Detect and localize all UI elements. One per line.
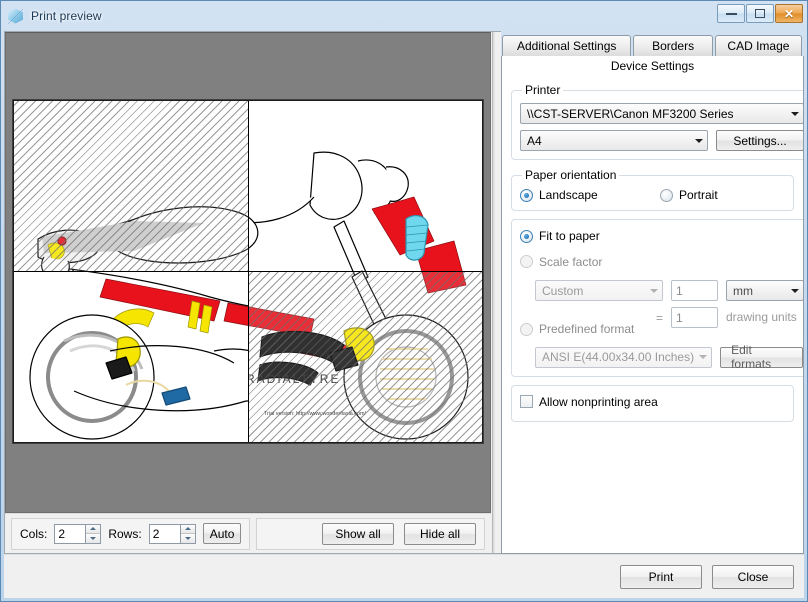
- radio-predefined-format-indicator: [520, 322, 533, 336]
- rows-stepper[interactable]: 2: [148, 523, 196, 544]
- tab-cad-image[interactable]: CAD Image: [714, 35, 802, 56]
- scale-preset-value: Custom: [542, 283, 584, 298]
- page-tile-3[interactable]: Trial version: http://www.wonderfiasia.c…: [14, 272, 248, 442]
- checkbox-indicator: [520, 395, 533, 408]
- tile-artwork: Trial version: http://www.wonderfiasia.c…: [14, 101, 248, 271]
- radio-landscape-indicator: [520, 188, 533, 202]
- pane-splitter[interactable]: [491, 31, 501, 554]
- visibility-controls-group: Show all Hide all: [256, 517, 485, 550]
- cols-input[interactable]: 2: [54, 523, 86, 544]
- paper-orientation-legend: Paper orientation: [525, 168, 617, 182]
- close-button[interactable]: ✕: [775, 4, 803, 23]
- show-all-button[interactable]: Show all: [322, 522, 394, 545]
- radio-portrait[interactable]: Portrait: [660, 188, 718, 202]
- printer-combobox[interactable]: \\CST-SERVER\Canon MF3200 Series: [520, 103, 803, 124]
- paper-size-combobox[interactable]: A4: [520, 130, 708, 151]
- tab-device-settings[interactable]: Device Settings: [501, 56, 804, 75]
- radio-portrait-indicator: [660, 188, 673, 202]
- tile-artwork: RADIALTYRE Trial version: http://www.won…: [248, 272, 482, 442]
- rows-label: Rows:: [108, 526, 142, 541]
- print-preview-window: Print preview ✕ RADIALTYRE Trial version…: [0, 0, 808, 602]
- window-controls: ✕: [717, 4, 803, 23]
- settings-tabstrip: Additional Settings Borders CAD Image: [501, 34, 804, 56]
- cols-spin-buttons[interactable]: [85, 523, 102, 544]
- drawing-units-label: drawing units: [726, 310, 797, 324]
- paper-size-value: A4: [527, 133, 542, 148]
- preview-canvas[interactable]: Trial version: http://www.wonderfiasia.c…: [5, 32, 491, 513]
- radio-scale-factor[interactable]: Scale factor: [520, 255, 602, 269]
- window-title: Print preview: [31, 9, 102, 23]
- page-tile-1[interactable]: Trial version: http://www.wonderfiasia.c…: [14, 101, 248, 271]
- chevron-down-icon: [645, 288, 662, 293]
- svg-text:RADIALTYRE: RADIALTYRE: [249, 372, 340, 386]
- rows-spin-down[interactable]: [180, 534, 195, 543]
- page-tile-2[interactable]: Trial version: http://www.wonderfiasia.c…: [248, 101, 482, 271]
- cols-stepper[interactable]: 2: [54, 523, 102, 544]
- page-tile-4[interactable]: RADIALTYRE Trial version: http://www.won…: [248, 272, 482, 442]
- rows-spin-up[interactable]: [180, 524, 195, 534]
- title-bar: Print preview ✕: [1, 1, 807, 31]
- page-tiles-grid: Trial version: http://www.wonderfiasia.c…: [13, 100, 483, 443]
- minimize-button[interactable]: [717, 4, 745, 23]
- radio-fit-to-paper[interactable]: Fit to paper: [520, 229, 600, 243]
- preview-pane: Trial version: http://www.wonderfiasia.c…: [4, 31, 491, 554]
- tile-artwork: Trial version: http://www.wonderfiasia.c…: [14, 272, 248, 442]
- maximize-icon: [755, 9, 765, 18]
- cols-label: Cols:: [20, 526, 48, 541]
- paper-orientation-group: Paper orientation Landscape Portrait: [511, 168, 794, 211]
- rows-input[interactable]: 2: [148, 523, 180, 544]
- device-settings-panel: Printer \\CST-SERVER\Canon MF3200 Series…: [501, 75, 804, 554]
- unit-combobox[interactable]: mm: [726, 280, 803, 301]
- edit-formats-button[interactable]: Edit formats: [720, 343, 803, 371]
- close-dialog-button[interactable]: Close: [712, 564, 794, 589]
- tile-artwork: Trial version: http://www.wonderfiasia.c…: [248, 101, 482, 271]
- predefined-format-value: ANSI E(44.00x34.00 Inches): [542, 350, 695, 364]
- grid-controls-group: Cols: 2 Rows: 2 Auto: [11, 517, 251, 550]
- auto-button[interactable]: Auto: [202, 523, 242, 544]
- printer-group-legend: Printer: [525, 83, 561, 97]
- rows-spin-buttons[interactable]: [179, 523, 196, 544]
- svg-text:Trial version: http://www.wond: Trial version: http://www.wonderfiasia.c…: [264, 411, 366, 417]
- radio-predefined-format[interactable]: Predefined format: [520, 322, 634, 336]
- scale-numerator-input[interactable]: 1: [671, 280, 718, 301]
- tab-borders[interactable]: Borders: [633, 35, 713, 56]
- maximize-button[interactable]: [746, 4, 774, 23]
- chevron-down-icon: [694, 355, 711, 359]
- minimize-icon: [725, 12, 737, 15]
- checkbox-allow-nonprinting-area[interactable]: Allow nonprinting area: [520, 395, 658, 409]
- scale-group: Fit to paper Scale factor Custom 1 mm = …: [511, 219, 803, 377]
- radio-portrait-label: Portrait: [679, 188, 718, 202]
- settings-pane: Additional Settings Borders CAD Image De…: [501, 31, 804, 554]
- close-icon: ✕: [783, 6, 795, 21]
- radio-scale-factor-indicator: [520, 255, 533, 268]
- print-button[interactable]: Print: [620, 564, 702, 589]
- radio-scale-factor-label: Scale factor: [539, 254, 603, 269]
- cols-spin-down[interactable]: [86, 534, 101, 543]
- radio-fit-to-paper-indicator: [520, 229, 533, 243]
- printer-settings-button[interactable]: Settings...: [716, 130, 803, 151]
- chevron-down-icon: [786, 288, 803, 293]
- hide-all-button[interactable]: Hide all: [404, 522, 476, 545]
- scale-preset-combobox[interactable]: Custom: [535, 280, 663, 301]
- unit-value: mm: [733, 283, 753, 298]
- radio-landscape[interactable]: Landscape: [520, 188, 660, 202]
- radio-predefined-format-label: Predefined format: [539, 322, 635, 336]
- dialog-footer: Print Close: [4, 554, 804, 598]
- tab-additional-settings[interactable]: Additional Settings: [502, 35, 632, 56]
- preview-toolbar: Cols: 2 Rows: 2 Auto Show all Hide all: [5, 513, 491, 553]
- chevron-down-icon: [786, 111, 803, 116]
- radio-fit-to-paper-label: Fit to paper: [539, 229, 600, 243]
- predefined-format-combobox[interactable]: ANSI E(44.00x34.00 Inches): [535, 346, 713, 368]
- cube-icon: [8, 8, 25, 25]
- client-area: Trial version: http://www.wonderfiasia.c…: [4, 31, 804, 554]
- nonprinting-group: Allow nonprinting area: [511, 384, 794, 422]
- scale-denominator-input[interactable]: 1: [671, 307, 718, 328]
- chevron-down-icon: [690, 138, 707, 143]
- cols-spin-up[interactable]: [86, 524, 101, 534]
- printer-group: Printer \\CST-SERVER\Canon MF3200 Series…: [511, 83, 803, 160]
- radio-landscape-label: Landscape: [539, 188, 598, 202]
- checkbox-allow-nonprinting-label: Allow nonprinting area: [539, 394, 658, 409]
- printer-combobox-value: \\CST-SERVER\Canon MF3200 Series: [527, 106, 734, 121]
